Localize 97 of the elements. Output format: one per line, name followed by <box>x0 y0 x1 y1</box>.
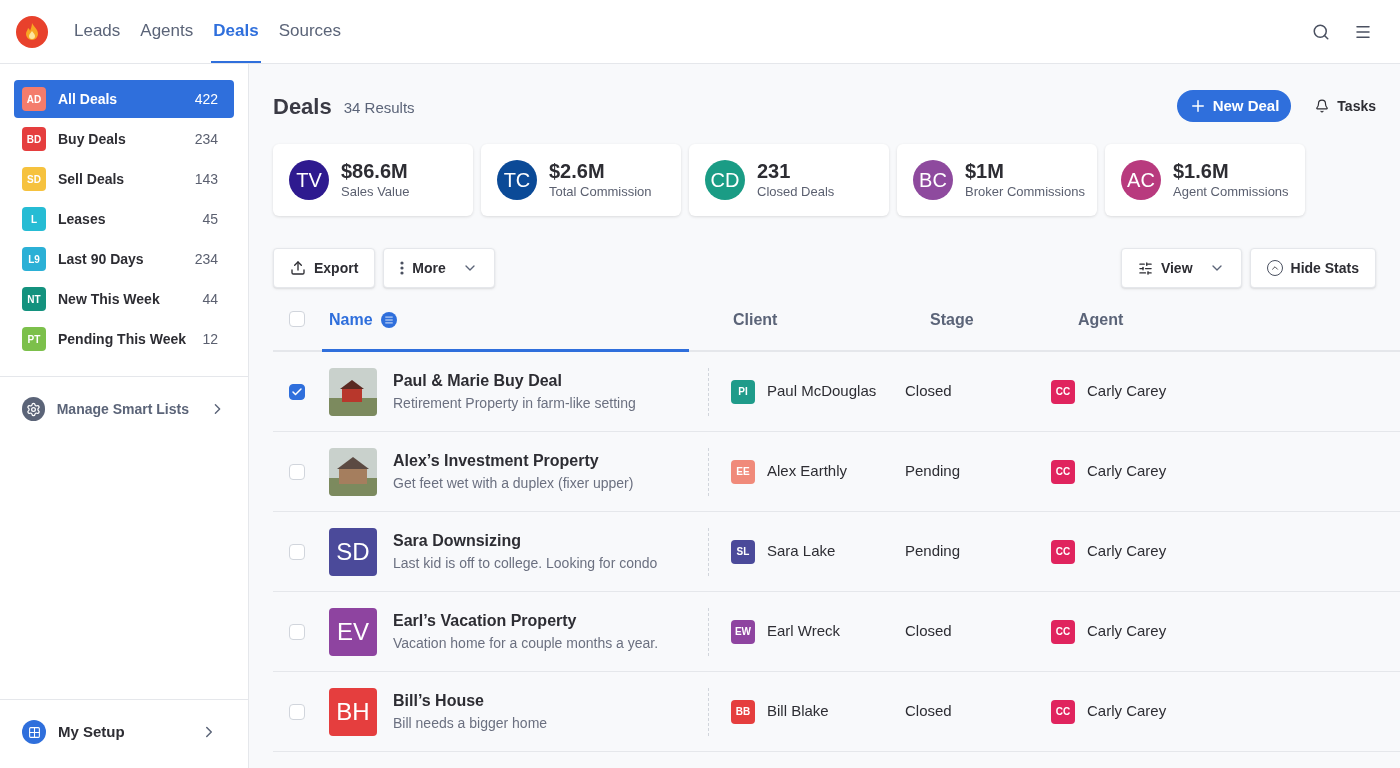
list-badge: PT <box>22 327 46 351</box>
agent-badge: CC <box>1051 619 1075 644</box>
stage-text: Pending <box>905 461 962 482</box>
stat-label: Closed Deals <box>757 184 835 201</box>
client-name: Earl Wreck <box>767 621 841 642</box>
stat-avatar: CD <box>705 160 745 200</box>
list-badge: NT <box>22 287 46 311</box>
agent-name: Carly Carey <box>1087 461 1167 482</box>
results-count: 34 Results <box>343 97 415 118</box>
agent-badge: CC <box>1051 699 1075 724</box>
stage-text: Closed <box>905 621 953 642</box>
flame-logo[interactable] <box>16 15 48 48</box>
client-badge: PI <box>731 379 755 404</box>
sort-icon <box>380 311 397 328</box>
sidebar-item[interactable]: SD Sell Deals 143 <box>14 160 234 198</box>
client-name: Alex Earthly <box>767 461 848 482</box>
avatar: BH <box>329 687 377 736</box>
export-button[interactable]: Export <box>273 248 376 288</box>
stage-text: Pending <box>905 541 962 562</box>
deal-description: Retirement Property in farm-like setting <box>393 394 636 413</box>
more-button[interactable]: More <box>383 248 495 288</box>
nav-tab[interactable]: Sources <box>276 0 343 63</box>
column-header[interactable]: Agent <box>1034 290 1234 352</box>
stage-text: Closed <box>905 381 953 402</box>
select-all-checkbox[interactable] <box>289 311 305 327</box>
client-badge: EW <box>731 619 755 644</box>
deal-title[interactable]: Paul & Marie Buy Deal <box>393 369 636 393</box>
bell-icon <box>1315 99 1330 113</box>
avatar: SD <box>329 527 377 576</box>
deal-title[interactable]: Bill’s House <box>393 689 548 713</box>
new-deal-button[interactable]: New Deal <box>1176 90 1292 122</box>
stat-avatar: TV <box>289 160 329 200</box>
grid-icon <box>22 720 46 744</box>
deal-description: Get feet wet with a duplex (fixer upper) <box>393 474 634 493</box>
agent-name: Carly Carey <box>1087 381 1167 402</box>
deal-title[interactable]: Earl’s Vacation Property <box>393 609 659 633</box>
avatar: EV <box>329 607 377 656</box>
view-button[interactable]: View <box>1120 248 1242 288</box>
page-title: Deals <box>273 92 332 121</box>
house-photo <box>329 447 377 496</box>
client-name: Paul McDouglas <box>767 381 877 402</box>
agent-badge: CC <box>1051 459 1075 484</box>
stat-avatar: TC <box>497 160 537 200</box>
column-header[interactable]: Name <box>322 290 689 352</box>
manage-smart-lists-link[interactable]: Manage Smart Lists <box>14 385 234 433</box>
deal-title[interactable]: Sara Downsizing <box>393 529 658 553</box>
stat-value: $1M <box>965 159 1005 185</box>
column-header[interactable]: Client <box>689 290 886 352</box>
sidebar-item[interactable]: AD All Deals 422 <box>14 80 234 118</box>
list-badge: BD <box>22 127 46 151</box>
sliders-icon <box>1137 260 1153 276</box>
nav-tab[interactable]: Leads <box>72 0 123 63</box>
list-badge: AD <box>22 87 46 111</box>
stat-value: 231 <box>757 159 792 185</box>
deal-description: Vacation home for a couple months a year. <box>393 634 659 653</box>
stat-avatar: BC <box>913 160 953 200</box>
dots-icon <box>400 261 405 275</box>
client-badge: BB <box>731 699 755 724</box>
stage-text: Closed <box>905 701 953 722</box>
agent-badge: CC <box>1051 379 1075 404</box>
sidebar-item[interactable]: PT Pending This Week 12 <box>14 320 234 358</box>
stat-value: $86.6M <box>341 159 409 185</box>
agent-name: Carly Carey <box>1087 541 1167 562</box>
agent-name: Carly Carey <box>1087 621 1167 642</box>
deal-description: Bill needs a bigger home <box>393 714 548 733</box>
stat-label: Total Commission <box>549 184 652 201</box>
nav-tab[interactable]: Agents <box>138 0 196 63</box>
check-icon <box>291 385 303 398</box>
my-setup-link[interactable]: My Setup <box>14 708 234 756</box>
deal-title[interactable]: Alex’s Investment Property <box>393 449 634 473</box>
stat-label: Agent Commissions <box>1173 184 1289 201</box>
sidebar-item[interactable]: BD Buy Deals 234 <box>14 120 234 158</box>
settings-icon <box>22 397 45 421</box>
client-name: Sara Lake <box>767 541 836 562</box>
house-photo <box>329 367 377 416</box>
list-badge: L <box>22 207 46 231</box>
search-icon[interactable] <box>1312 22 1330 41</box>
stat-avatar: AC <box>1121 160 1161 200</box>
client-badge: EE <box>731 459 755 484</box>
agent-badge: CC <box>1051 539 1075 564</box>
row-checkbox[interactable] <box>289 383 305 400</box>
stat-value: $1.6M <box>1173 159 1230 185</box>
sidebar-item[interactable]: L Leases 45 <box>14 200 234 238</box>
client-name: Bill Blake <box>767 701 829 722</box>
sidebar-item[interactable]: NT New This Week 44 <box>14 280 234 318</box>
upload-icon <box>290 260 306 276</box>
list-badge: L9 <box>22 247 46 271</box>
stat-value: $2.6M <box>549 159 606 185</box>
column-header[interactable]: Stage <box>886 290 1034 352</box>
tasks-button[interactable]: Tasks <box>1315 95 1376 117</box>
agent-name: Carly Carey <box>1087 701 1167 722</box>
client-badge: SL <box>731 539 755 564</box>
hide-stats-button[interactable]: Hide Stats <box>1249 248 1376 288</box>
sidebar-item[interactable]: L9 Last 90 Days 234 <box>14 240 234 278</box>
stat-label: Sales Value <box>341 184 410 201</box>
deal-description: Last kid is off to college. Looking for condo <box>393 554 658 573</box>
list-badge: SD <box>22 167 46 191</box>
